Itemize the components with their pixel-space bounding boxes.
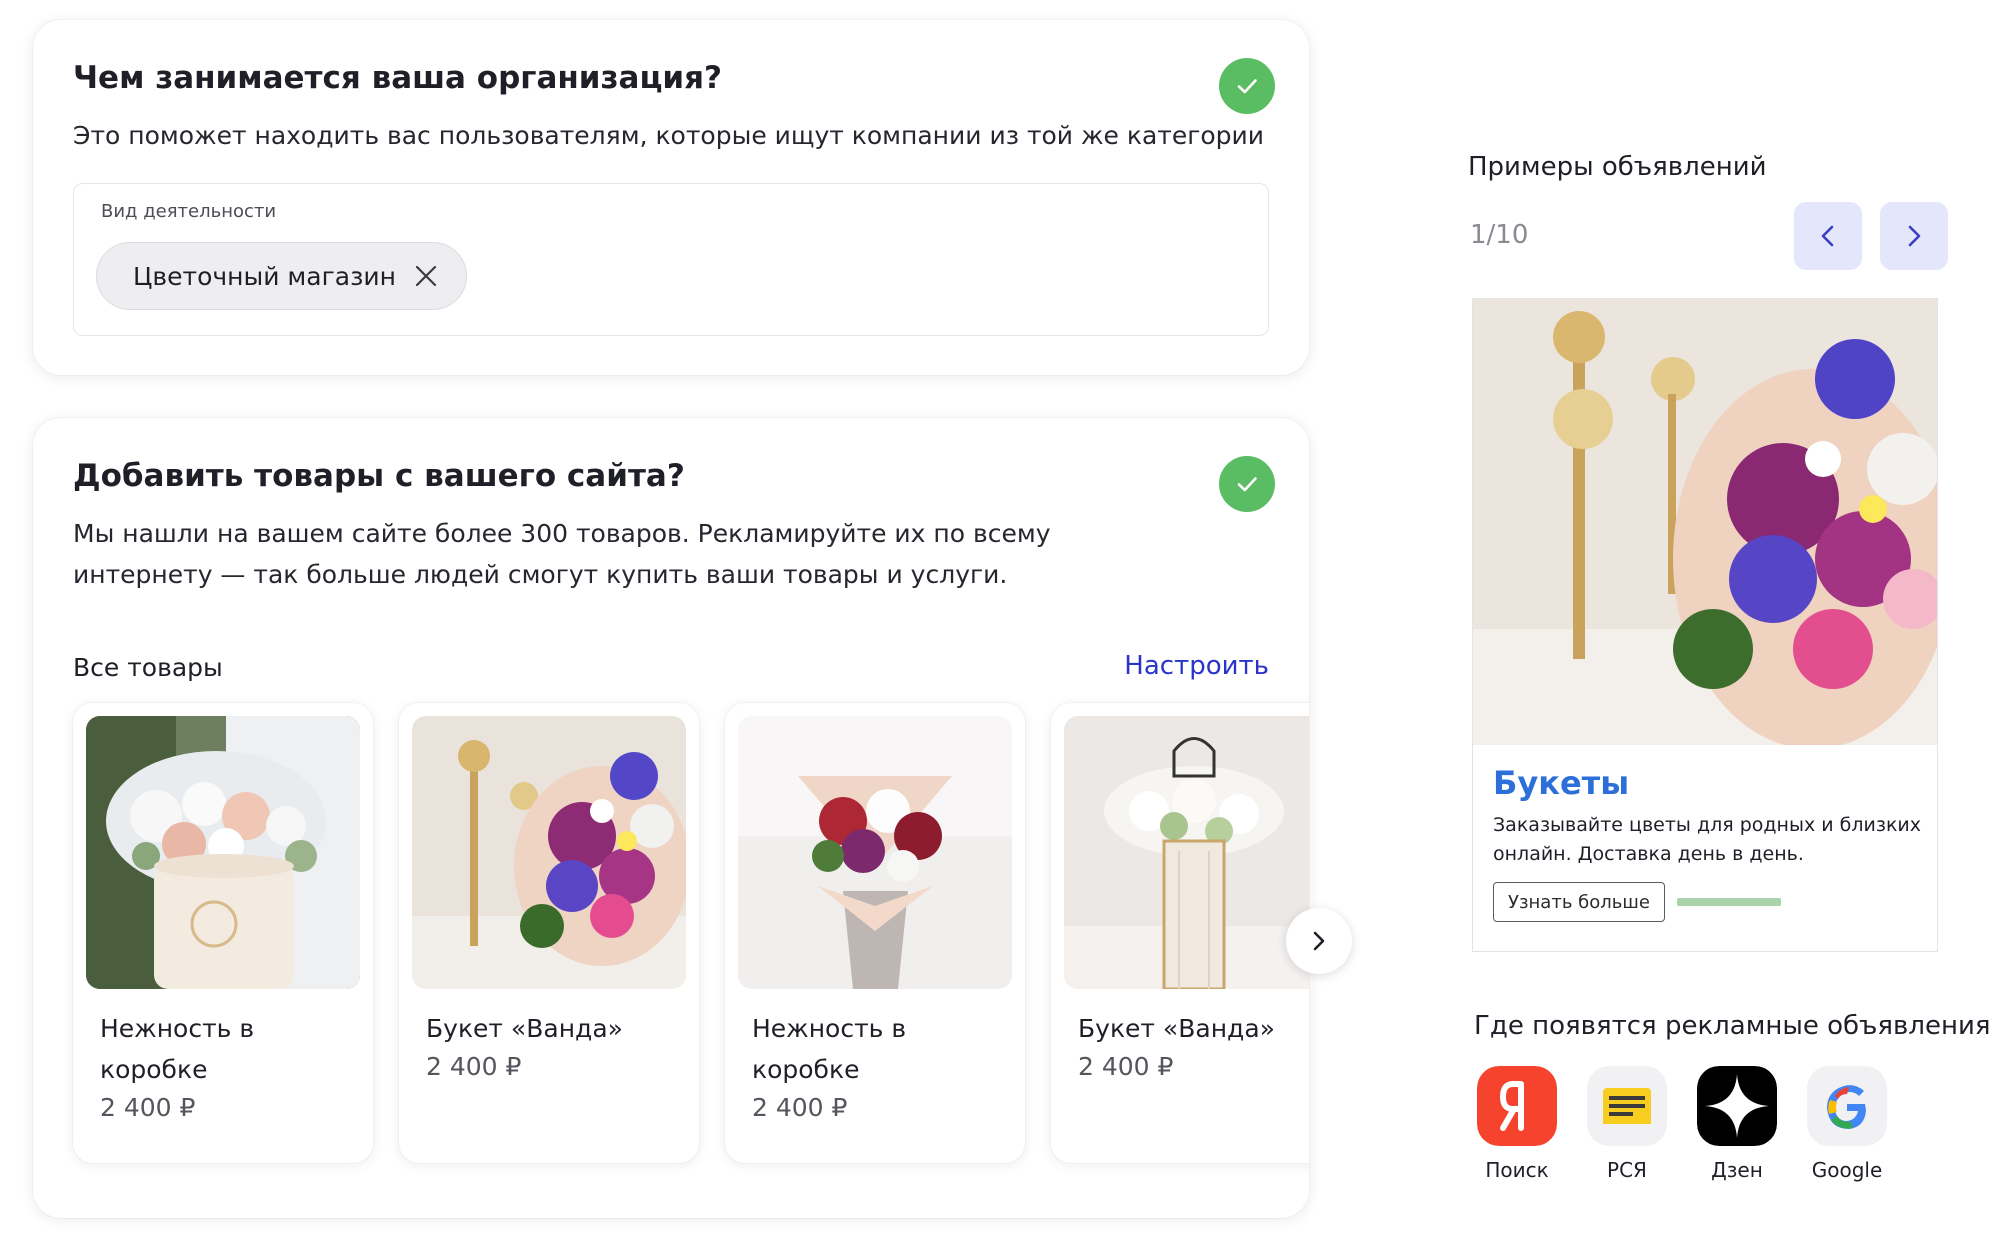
ad-image — [1473, 299, 1937, 745]
yandex-search-icon — [1477, 1066, 1557, 1146]
product-price: 2 400 ₽ — [1078, 1052, 1174, 1081]
ad-title: Букеты — [1493, 764, 1630, 802]
placement-google: Google — [1797, 1066, 1897, 1182]
remove-chip-icon[interactable] — [414, 264, 438, 288]
ad-examples-prev-button[interactable] — [1794, 202, 1862, 270]
organization-card-description: Это поможет находить вас пользователям, … — [73, 121, 1265, 150]
site-goods-description-line2: интернету — так больше людей смогут купи… — [73, 560, 1008, 589]
product-image — [86, 716, 360, 989]
google-icon — [1807, 1066, 1887, 1146]
chevron-right-icon — [1313, 931, 1325, 951]
check-icon — [1219, 58, 1275, 114]
product-card[interactable]: Букет «Ванда» 2 400 ₽ — [399, 703, 699, 1163]
placement-dzen: Дзен — [1687, 1066, 1787, 1182]
product-card[interactable]: Букет «Ванда» 2 400 ₽ — [1051, 703, 1309, 1163]
configure-link[interactable]: Настроить — [1124, 651, 1269, 681]
activity-chip-label: Цветочный магазин — [133, 261, 396, 291]
rsya-icon — [1587, 1066, 1667, 1146]
dzen-icon — [1697, 1066, 1777, 1146]
product-name: Букет «Ванда» — [426, 1014, 623, 1043]
site-goods-description-line1: Мы нашли на вашем сайте более 300 товаро… — [73, 519, 1051, 548]
placement-label: РСЯ — [1607, 1158, 1647, 1182]
organization-card-title: Чем занимается ваша организация? — [73, 60, 723, 96]
site-goods-card-title: Добавить товары с вашего сайта? — [73, 458, 685, 494]
product-card[interactable]: Нежность в коробке 2 400 ₽ — [725, 703, 1025, 1163]
product-price: 2 400 ₽ — [752, 1093, 848, 1122]
activity-type-label: Вид деятельности — [101, 201, 277, 222]
ad-text: Заказывайте цветы для родных и близких о… — [1493, 814, 1922, 865]
product-carousel: Нежность в коробке 2 400 ₽ Букет «Ванда»… — [73, 703, 1309, 1183]
all-goods-label: Все товары — [73, 653, 223, 682]
placement-search: Поиск — [1467, 1066, 1567, 1182]
product-price: 2 400 ₽ — [100, 1093, 196, 1122]
product-image — [412, 716, 686, 989]
placement-label: Google — [1811, 1158, 1883, 1182]
product-name: Букет «Ванда» — [1078, 1014, 1275, 1043]
carousel-next-button[interactable] — [1286, 908, 1352, 974]
product-name: Нежность в коробке — [752, 1014, 907, 1084]
check-icon — [1219, 456, 1275, 512]
product-image — [1064, 716, 1309, 989]
placements-title: Где появятся рекламные объявления — [1474, 1011, 1991, 1041]
site-goods-card: Добавить товары с вашего сайта? Мы нашли… — [33, 418, 1309, 1218]
ad-examples-title: Примеры объявлений — [1468, 152, 1767, 182]
product-card[interactable]: Нежность в коробке 2 400 ₽ — [73, 703, 373, 1163]
placement-label: Дзен — [1711, 1158, 1763, 1182]
learn-more-button[interactable]: Узнать больше — [1493, 882, 1665, 922]
product-name: Нежность в коробке — [100, 1014, 255, 1084]
chevron-left-icon — [1821, 225, 1834, 247]
placement-label: Поиск — [1485, 1158, 1549, 1182]
ad-decor-bar — [1677, 898, 1781, 906]
activity-type-field[interactable]: Вид деятельности Цветочный магазин — [73, 183, 1269, 336]
product-image — [738, 716, 1012, 989]
ad-examples-counter: 1/10 — [1470, 220, 1529, 250]
ad-preview: Букеты Заказывайте цветы для родных и бл… — [1472, 298, 1938, 952]
product-price: 2 400 ₽ — [426, 1052, 522, 1081]
ad-examples-next-button[interactable] — [1880, 202, 1948, 270]
chevron-right-icon — [1908, 225, 1921, 247]
organization-card: Чем занимается ваша организация? Это пом… — [33, 20, 1309, 375]
placement-rsya: РСЯ — [1577, 1066, 1677, 1182]
activity-chip[interactable]: Цветочный магазин — [96, 242, 467, 310]
